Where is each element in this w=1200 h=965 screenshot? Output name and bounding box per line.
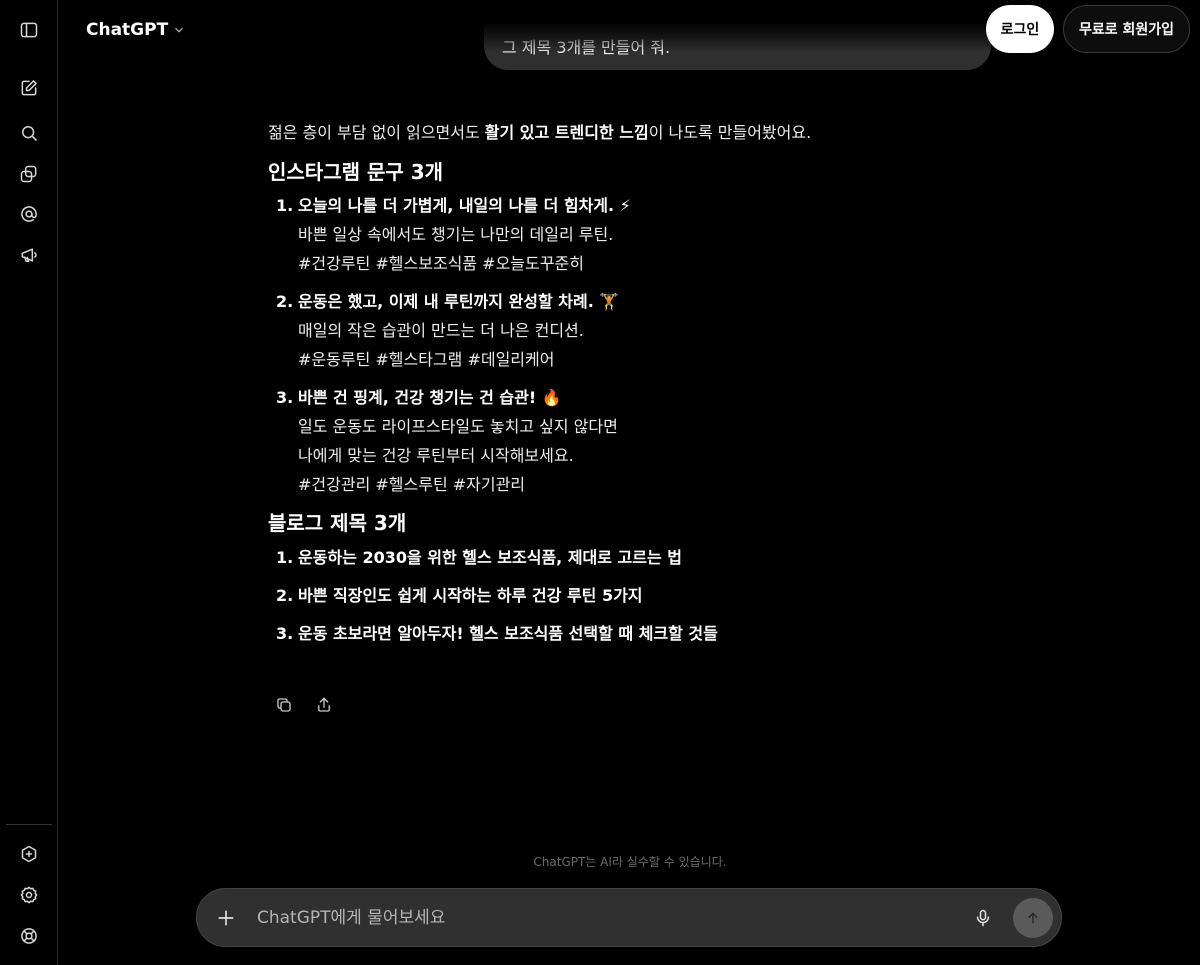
- list-item: 2. 운동은 했고, 이제 내 루틴까지 완성할 차례. 🏋 매일의 작은 습관…: [276, 287, 948, 374]
- mentions-button[interactable]: [14, 199, 44, 229]
- at-sign-icon: [21, 206, 37, 222]
- item-line: 매일의 작은 습관이 만드는 더 나은 컨디션.: [298, 321, 584, 340]
- item-number: 1.: [276, 196, 294, 215]
- list-item: 2. 바쁜 직장인도 쉽게 시작하는 하루 건강 루틴 5가지: [276, 581, 948, 610]
- new-chat-button[interactable]: [14, 73, 44, 103]
- user-message-bubble: 그 제목 3개를 만들어 줘.: [484, 22, 991, 70]
- signup-button[interactable]: 무료로 회원가입: [1063, 5, 1190, 53]
- answer-intro: 젊은 층이 부담 없이 읽으면서도 활기 있고 트렌디한 느낌이 나도록 만들어…: [268, 118, 948, 147]
- sidebar: [0, 0, 58, 965]
- copy-button[interactable]: [270, 692, 298, 718]
- dictate-button[interactable]: [967, 901, 999, 935]
- item-title: 운동 초보라면 알아두자! 헬스 보조식품 선택할 때 체크할 것들: [298, 624, 718, 643]
- user-message-text: 그 제목 3개를 만들어 줘.: [502, 38, 671, 57]
- search-icon: [22, 125, 37, 141]
- item-line: 나에게 맞는 건강 루틴부터 시작해보세요.: [298, 446, 574, 465]
- search-chats-button[interactable]: [14, 118, 44, 148]
- help-button[interactable]: [14, 921, 44, 951]
- intro-bold: 활기 있고 트렌디한 느낌: [484, 123, 649, 142]
- item-title: 바쁜 건 핑계, 건강 챙기는 건 습관! 🔥: [298, 388, 562, 407]
- library-icon: [20, 165, 37, 183]
- item-number: 3.: [276, 624, 294, 643]
- list-item: 1. 운동하는 2030을 위한 헬스 보조식품, 제대로 고르는 법: [276, 543, 948, 572]
- model-selector[interactable]: ChatGPT: [86, 18, 186, 42]
- item-hashtags: #건강관리 #헬스루틴 #자기관리: [298, 475, 526, 494]
- list-item: 3. 운동 초보라면 알아두자! 헬스 보조식품 선택할 때 체크할 것들: [276, 619, 948, 648]
- send-button[interactable]: [1013, 898, 1053, 938]
- microphone-icon: [976, 909, 990, 927]
- list-item: 1. 오늘의 나를 더 가볍게, 내일의 나를 더 힘차게. ⚡ 바쁜 일상 속…: [276, 191, 948, 278]
- item-title: 운동하는 2030을 위한 헬스 보조식품, 제대로 고르는 법: [298, 548, 683, 567]
- share-icon: [318, 697, 330, 712]
- blog-heading: 블로그 제목 3개: [268, 511, 407, 535]
- megaphone-icon: [21, 248, 37, 262]
- settings-button[interactable]: [14, 880, 44, 910]
- blog-list: 1. 운동하는 2030을 위한 헬스 보조식품, 제대로 고르는 법 2. 바…: [268, 543, 948, 648]
- library-button[interactable]: [14, 159, 44, 189]
- instagram-heading: 인스타그램 문구 3개: [268, 160, 444, 184]
- item-line: 바쁜 일상 속에서도 챙기는 나만의 데일리 루틴.: [298, 225, 614, 244]
- composer: [196, 888, 1062, 947]
- item-number: 2.: [276, 292, 294, 311]
- prompt-input[interactable]: [257, 902, 957, 934]
- new-chat-icon: [21, 80, 37, 96]
- share-button[interactable]: [310, 692, 338, 718]
- model-label: ChatGPT: [86, 20, 169, 40]
- sidebar-toggle-button[interactable]: [14, 15, 44, 45]
- attach-button[interactable]: [209, 901, 243, 935]
- help-icon: [21, 928, 37, 944]
- assistant-message: 젊은 층이 부담 없이 읽으면서도 활기 있고 트렌디한 느낌이 나도록 만들어…: [268, 118, 948, 657]
- item-title: 운동은 했고, 이제 내 루틴까지 완성할 차례. 🏋: [298, 292, 620, 311]
- item-line: 일도 운동도 라이프스타일도 놓치고 싶지 않다면: [298, 417, 618, 436]
- explore-button[interactable]: [14, 240, 44, 270]
- chevron-down-icon: [175, 27, 184, 33]
- item-hashtags: #건강루틴 #헬스보조식품 #오늘도꾸준히: [298, 254, 584, 273]
- sidebar-divider: [6, 824, 52, 825]
- item-title: 오늘의 나를 더 가볍게, 내일의 나를 더 힘차게. ⚡: [298, 196, 631, 215]
- intro-suffix: 이 나도록 만들어봤어요.: [648, 123, 812, 142]
- item-hashtags: #운동루틴 #헬스타그램 #데일리케어: [298, 350, 555, 369]
- copy-icon: [277, 698, 291, 712]
- plus-icon: [218, 910, 234, 926]
- item-number: 1.: [276, 548, 294, 567]
- message-actions: [270, 692, 338, 718]
- list-item: 3. 바쁜 건 핑계, 건강 챙기는 건 습관! 🔥 일도 운동도 라이프스타일…: [276, 383, 948, 499]
- intro-prefix: 젊은 층이 부담 없이 읽으면서도: [268, 123, 485, 142]
- settings-icon: [20, 886, 38, 904]
- login-button[interactable]: 로그인: [986, 5, 1054, 53]
- sidebar-toggle-icon: [20, 22, 38, 38]
- item-number: 2.: [276, 586, 294, 605]
- instagram-list: 1. 오늘의 나를 더 가볍게, 내일의 나를 더 힘차게. ⚡ 바쁜 일상 속…: [268, 191, 948, 499]
- item-title: 바쁜 직장인도 쉽게 시작하는 하루 건강 루틴 5가지: [298, 586, 643, 605]
- disclaimer-text: ChatGPT는 AI라 실수할 수 있습니다.: [533, 855, 727, 869]
- item-number: 3.: [276, 388, 294, 407]
- arrow-up-icon: [1028, 912, 1038, 924]
